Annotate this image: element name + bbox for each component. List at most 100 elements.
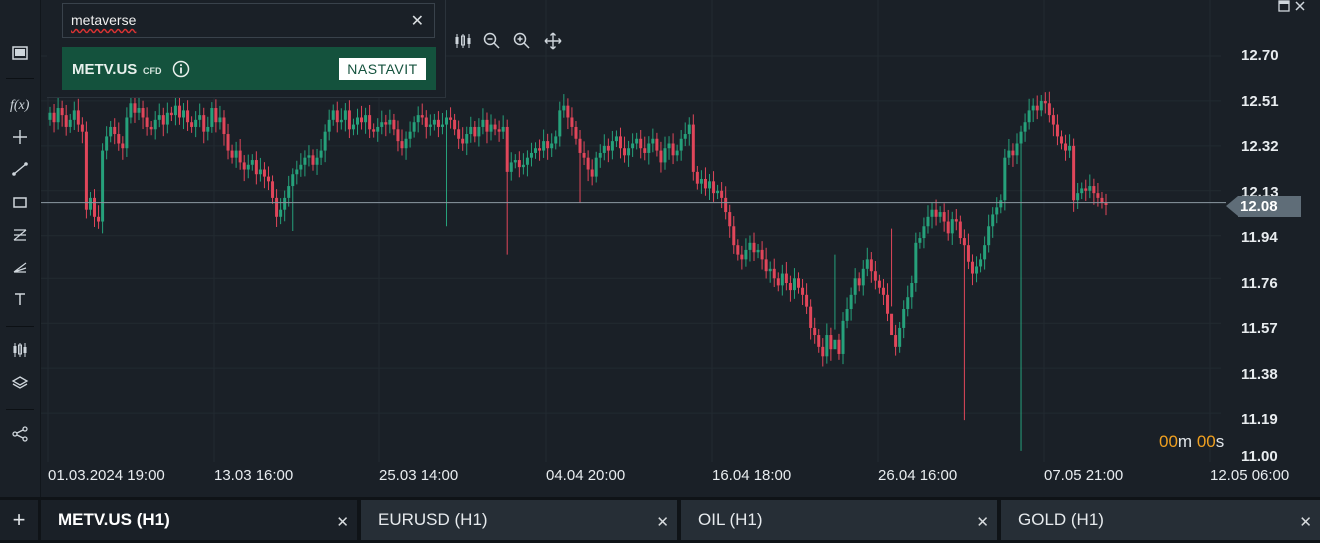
candle-body bbox=[93, 197, 97, 217]
candle-body bbox=[906, 297, 910, 310]
candle-body bbox=[659, 150, 663, 163]
candle-body bbox=[1059, 136, 1063, 144]
clear-search-icon[interactable]: ✕ bbox=[411, 11, 424, 31]
candle-body bbox=[485, 119, 489, 132]
candle-body bbox=[360, 117, 364, 123]
symbol-search-panel: metaverse ✕ METV.US CFD NASTAVIT bbox=[47, 0, 446, 98]
candle-body bbox=[177, 105, 181, 118]
price-axis-label: 12.32 bbox=[1241, 138, 1279, 155]
zoom-out-icon[interactable] bbox=[482, 31, 502, 51]
candle-body bbox=[424, 117, 428, 127]
time-axis-label: 25.03 14:00 bbox=[379, 467, 459, 484]
set-symbol-button[interactable]: NASTAVIT bbox=[338, 57, 427, 81]
layout-icon[interactable] bbox=[8, 41, 32, 65]
candle-body bbox=[918, 238, 922, 243]
time-axis-label: 07.05 21:00 bbox=[1044, 467, 1124, 484]
close-tab-icon[interactable]: ✕ bbox=[336, 513, 349, 531]
price-axis-label: 11.94 bbox=[1241, 229, 1278, 246]
candle-body bbox=[408, 131, 412, 139]
candle-body bbox=[635, 138, 639, 144]
candle-body bbox=[238, 150, 242, 163]
close-tab-icon[interactable]: ✕ bbox=[1299, 513, 1312, 531]
candle-body bbox=[453, 119, 457, 130]
candle-body bbox=[105, 136, 109, 151]
candle-body bbox=[121, 143, 125, 149]
crosshair-icon[interactable] bbox=[8, 125, 32, 149]
instrument-type-badge: CFD bbox=[143, 66, 162, 76]
candle-body bbox=[566, 105, 570, 118]
candle-body bbox=[307, 155, 311, 158]
add-tab-button[interactable]: + bbox=[0, 500, 38, 540]
pan-icon[interactable] bbox=[543, 31, 563, 51]
layers-icon[interactable] bbox=[8, 371, 32, 395]
candle-body bbox=[182, 110, 186, 118]
candle-body bbox=[303, 157, 307, 165]
minimize-icon[interactable] bbox=[1278, 0, 1290, 12]
candle-body bbox=[481, 119, 485, 127]
close-tab-icon[interactable]: ✕ bbox=[656, 513, 669, 531]
candle-body bbox=[720, 190, 724, 198]
tab-oil[interactable]: OIL (H1) ✕ bbox=[681, 500, 997, 540]
close-tab-icon[interactable]: ✕ bbox=[976, 513, 989, 531]
pitchfork-icon[interactable] bbox=[8, 255, 32, 279]
candle-body bbox=[829, 335, 833, 350]
text-tool-icon[interactable] bbox=[8, 287, 32, 311]
tab-metv[interactable]: METV.US (H1) ✕ bbox=[41, 500, 357, 540]
search-input[interactable]: metaverse bbox=[71, 12, 136, 28]
candle-body bbox=[716, 190, 720, 194]
svg-text:f(x): f(x) bbox=[10, 98, 30, 113]
candle-body bbox=[886, 294, 890, 314]
candle-body bbox=[428, 124, 432, 127]
candle-body bbox=[505, 126, 509, 172]
price-axis-label: 11.19 bbox=[1241, 411, 1278, 428]
candle-body bbox=[169, 112, 173, 116]
candle-body bbox=[198, 115, 202, 120]
candle-body bbox=[376, 126, 380, 132]
time-axis-label: 26.04 16:00 bbox=[878, 467, 958, 484]
candle-body bbox=[319, 150, 323, 158]
share-icon[interactable] bbox=[8, 422, 32, 446]
candle-body bbox=[647, 143, 651, 153]
candle-body bbox=[84, 131, 88, 210]
candle-body bbox=[113, 126, 117, 135]
candle-body bbox=[938, 212, 942, 217]
candle-body bbox=[687, 124, 691, 135]
close-chart-icon[interactable] bbox=[1294, 0, 1306, 12]
candle-body bbox=[117, 134, 121, 144]
trendline-icon[interactable] bbox=[8, 157, 32, 181]
candle-body bbox=[489, 124, 493, 132]
fibonacci-icon[interactable] bbox=[8, 223, 32, 247]
candle-body bbox=[890, 313, 894, 336]
candles-settings-icon[interactable] bbox=[453, 31, 473, 51]
candle-body bbox=[894, 335, 898, 347]
tab-eurusd[interactable]: EURUSD (H1) ✕ bbox=[361, 500, 677, 540]
candle-body bbox=[898, 327, 902, 347]
candle-body bbox=[987, 226, 991, 246]
candle-body bbox=[1019, 131, 1023, 144]
rectangle-icon[interactable] bbox=[8, 190, 32, 214]
candle-body bbox=[133, 103, 137, 113]
candle-body bbox=[218, 117, 222, 123]
candle-body bbox=[517, 160, 521, 168]
candle-body bbox=[440, 124, 444, 127]
candle-body bbox=[651, 138, 655, 144]
search-result-row[interactable]: METV.US CFD NASTAVIT bbox=[62, 47, 436, 90]
info-icon[interactable] bbox=[172, 60, 190, 78]
price-axis-label: 11.76 bbox=[1241, 275, 1278, 292]
candle-body bbox=[614, 136, 618, 142]
candle-body bbox=[295, 169, 299, 175]
candle-body bbox=[837, 339, 841, 354]
candle-body bbox=[432, 119, 436, 125]
candle-body bbox=[598, 152, 602, 158]
candle-body bbox=[469, 126, 473, 135]
search-field[interactable]: metaverse ✕ bbox=[62, 3, 435, 38]
zoom-in-icon[interactable] bbox=[512, 31, 532, 51]
tab-label: GOLD (H1) bbox=[1018, 510, 1104, 529]
function-icon[interactable]: f(x) bbox=[8, 92, 32, 116]
candle-body bbox=[141, 108, 145, 118]
tab-label: OIL (H1) bbox=[698, 510, 763, 529]
tab-gold[interactable]: GOLD (H1) ✕ bbox=[1001, 500, 1320, 540]
candles-icon[interactable] bbox=[8, 338, 32, 362]
candle-body bbox=[724, 197, 728, 213]
candle-body bbox=[493, 124, 497, 130]
